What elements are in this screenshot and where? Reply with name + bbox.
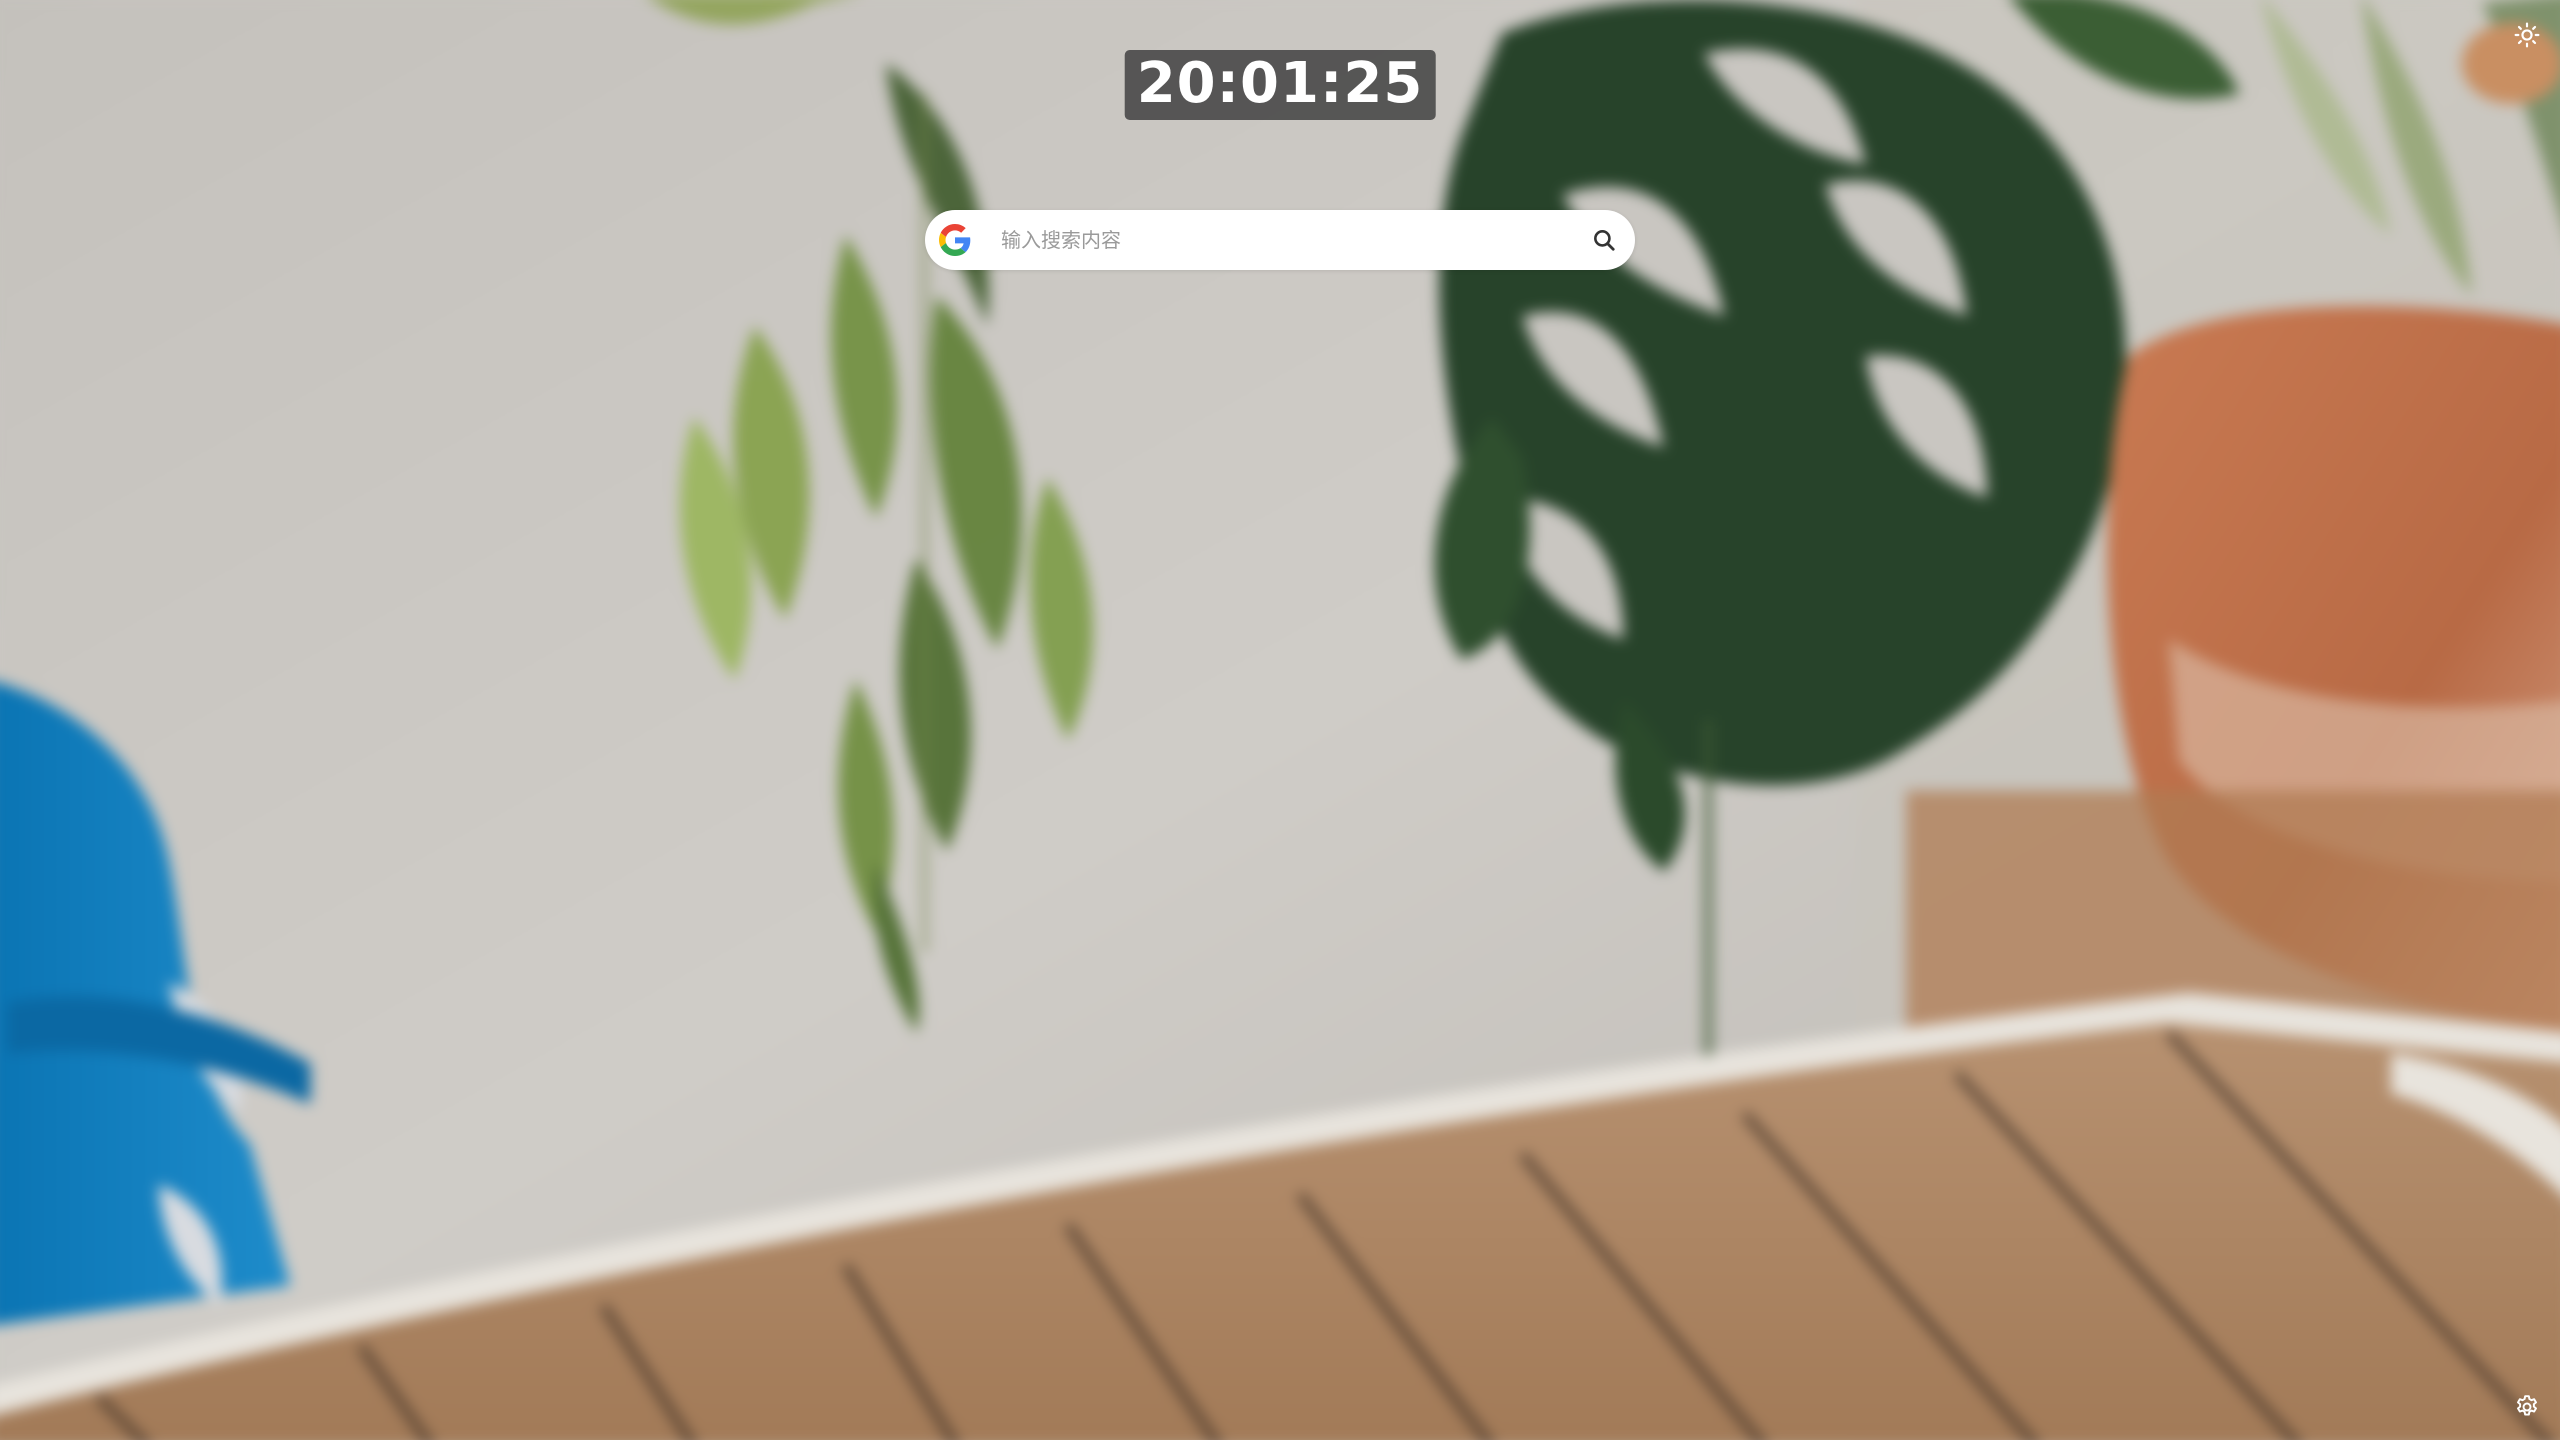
sun-icon[interactable] [2514,22,2540,48]
gear-icon[interactable] [2514,1394,2540,1420]
search-bar[interactable] [925,210,1635,270]
google-g-icon[interactable] [939,224,971,256]
search-icon[interactable] [1591,227,1617,253]
new-tab-page: 20:01:25 [0,0,2560,1440]
clock-display: 20:01:25 [1124,50,1436,120]
search-input[interactable] [1001,210,1561,270]
